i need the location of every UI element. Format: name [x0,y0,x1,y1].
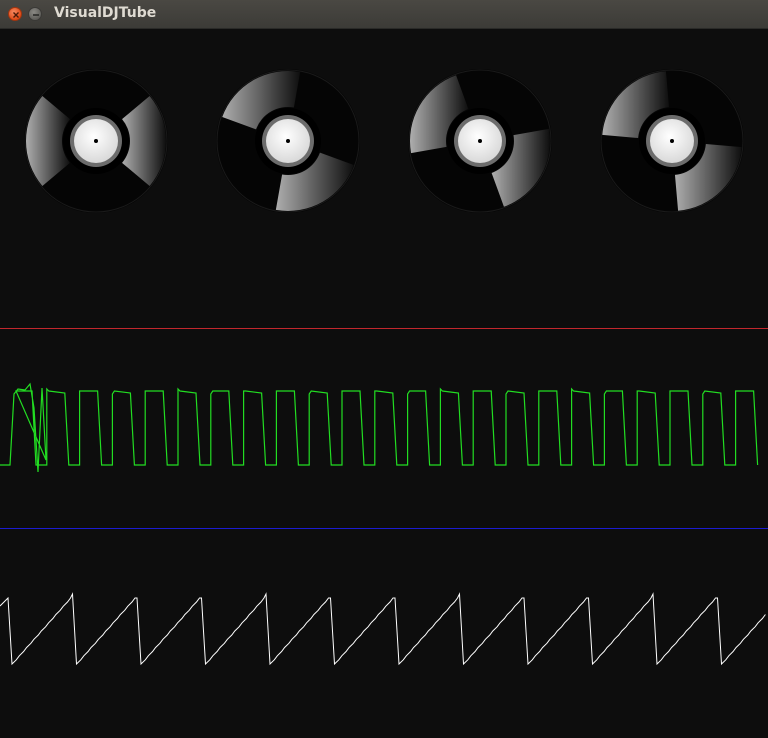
visualizer-canvas [0,69,768,666]
close-button[interactable] [8,7,22,21]
turntable-1[interactable] [24,69,168,213]
minimize-button[interactable] [28,7,42,21]
turntable-3[interactable] [408,69,552,213]
waveform-channel-2 [0,592,766,666]
waveform-channel-1 [0,382,759,473]
spindle-hole [286,139,290,143]
turntable-2[interactable] [216,69,360,213]
turntable-4[interactable] [600,69,744,213]
app-window: VisualDJTube [0,0,768,738]
window-title: VisualDJTube [54,5,157,21]
title-bar: VisualDJTube [0,0,768,29]
minimize-icon [33,14,39,16]
spindle-hole [478,139,482,143]
spindle-hole [670,139,674,143]
close-icon [13,12,19,18]
spindle-hole [94,139,98,143]
